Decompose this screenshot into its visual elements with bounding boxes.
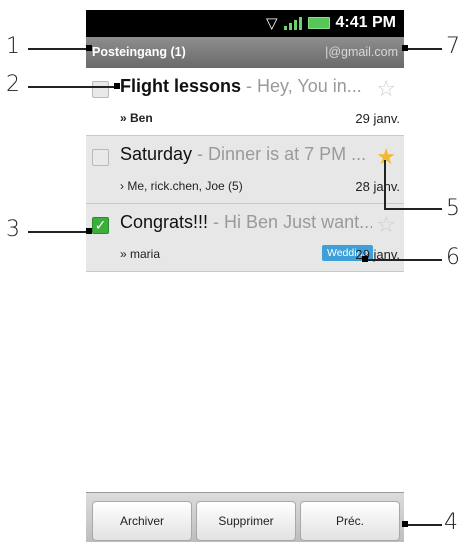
callout-marker-2 bbox=[114, 83, 120, 89]
message-row[interactable]: Saturday - Dinner is at 7 PM ... ★ › Me,… bbox=[86, 136, 404, 204]
message-sender: › Me, rick.chen, Joe (5) bbox=[120, 179, 243, 193]
callout-6: 6 bbox=[446, 245, 460, 270]
callout-1: 1 bbox=[6, 34, 20, 59]
previous-button[interactable]: Préc. bbox=[300, 501, 400, 541]
message-snippet: - Dinner is at 7 PM ... bbox=[192, 144, 367, 164]
message-row[interactable]: Flight lessons - Hey, You in... ☆ » Ben … bbox=[86, 68, 404, 136]
callout-marker-1 bbox=[86, 45, 92, 51]
callout-line-3 bbox=[28, 231, 90, 233]
callout-2: 2 bbox=[6, 72, 20, 97]
inbox-header: Posteingang (1) |@gmail.com bbox=[86, 37, 404, 69]
callout-7: 7 bbox=[446, 34, 460, 59]
inbox-title[interactable]: Posteingang (1) bbox=[92, 45, 186, 59]
callout-line-6 bbox=[366, 259, 442, 261]
message-subject: Flight lessons bbox=[120, 76, 242, 96]
phone-screen: ▽ 4:41 PM Posteingang (1) |@gmail.com Fl… bbox=[86, 10, 404, 542]
message-checkbox[interactable] bbox=[92, 81, 109, 98]
signal-icon bbox=[283, 16, 302, 30]
message-date: 28 janv. bbox=[355, 179, 400, 194]
callout-marker-7 bbox=[402, 45, 408, 51]
callout-line-4 bbox=[404, 524, 442, 526]
status-time: 4:41 PM bbox=[335, 14, 396, 31]
message-snippet: - Hey, You in... bbox=[241, 76, 362, 96]
message-list: Flight lessons - Hey, You in... ☆ » Ben … bbox=[86, 68, 404, 272]
callout-line-5a bbox=[384, 160, 386, 208]
callout-line-7 bbox=[404, 48, 442, 50]
callout-4: 4 bbox=[444, 510, 458, 535]
archive-button[interactable]: Archiver bbox=[92, 501, 192, 541]
star-icon[interactable]: ★ bbox=[376, 144, 396, 170]
callout-marker-4 bbox=[402, 521, 408, 527]
message-checkbox[interactable] bbox=[92, 149, 109, 166]
star-icon[interactable]: ☆ bbox=[376, 212, 396, 238]
message-subject: Saturday bbox=[120, 144, 193, 164]
message-checkbox[interactable]: ✓ bbox=[92, 217, 109, 234]
message-sender: » Ben bbox=[120, 111, 153, 125]
callout-marker-3 bbox=[86, 228, 92, 234]
battery-icon bbox=[307, 17, 330, 29]
message-snippet: - Hi Ben Just want... bbox=[208, 212, 372, 232]
star-icon[interactable]: ☆ bbox=[376, 76, 396, 102]
message-date: 29 janv. bbox=[355, 111, 400, 126]
message-subject: Congrats!!! bbox=[120, 212, 209, 232]
callout-line-5b bbox=[384, 208, 442, 210]
callout-5: 5 bbox=[446, 196, 460, 221]
message-row[interactable]: ✓ Congrats!!! - Hi Ben Just want... ☆ » … bbox=[86, 204, 404, 272]
delete-button[interactable]: Supprimer bbox=[196, 501, 296, 541]
wifi-icon: ▽ bbox=[265, 15, 278, 32]
action-bar: Archiver Supprimer Préc. bbox=[86, 492, 404, 542]
callout-line-1 bbox=[28, 48, 88, 50]
callout-3: 3 bbox=[6, 217, 20, 242]
status-bar: ▽ 4:41 PM bbox=[86, 10, 404, 37]
account-name: |@gmail.com bbox=[325, 45, 398, 59]
callout-marker-6 bbox=[362, 256, 368, 262]
callout-line-2 bbox=[28, 86, 116, 88]
message-sender: » maria bbox=[120, 247, 161, 261]
